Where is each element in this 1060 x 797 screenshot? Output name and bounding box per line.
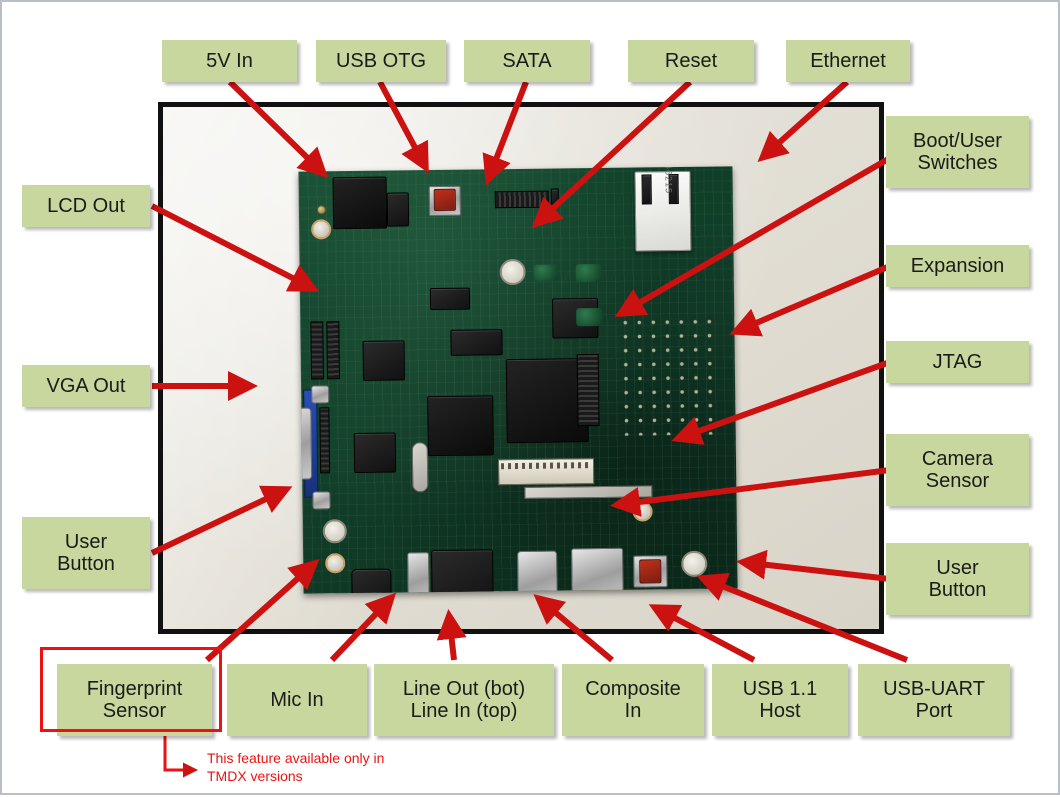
vga-screw-top (311, 385, 330, 404)
label-reset[interactable]: Reset (628, 40, 754, 82)
sata-key (550, 188, 559, 205)
label-usb-host[interactable]: USB 1.1 Host (712, 664, 848, 736)
boot-user-dip-switches (497, 458, 595, 486)
board-marking: CC46215 (663, 166, 674, 195)
sata-connector (494, 190, 549, 209)
label-boot-user-switches[interactable]: Boot/User Switches (886, 116, 1029, 188)
usb-uart-shell (639, 559, 662, 584)
figure-root: CC46215 5V In USB OTG SATA Reset Etherne… (0, 0, 1060, 795)
circuit-board: CC46215 (298, 166, 738, 594)
label-composite-in[interactable]: Composite In (562, 664, 704, 736)
power-jack (332, 176, 388, 230)
label-5v-in[interactable]: 5V In (162, 40, 297, 82)
ethernet-jack: CC46215 (634, 166, 692, 252)
label-user-button-left[interactable]: User Button (22, 517, 150, 589)
mount-hole-camera (632, 501, 653, 522)
label-camera-sensor[interactable]: Camera Sensor (886, 434, 1029, 506)
eth-slot-a (641, 174, 652, 205)
line-jacks (431, 549, 494, 594)
label-lcd-out[interactable]: LCD Out (22, 185, 150, 227)
mount-hole-tl (311, 219, 332, 240)
cap-3v3 (533, 264, 558, 281)
camera-sensor-connector (524, 485, 653, 499)
label-jtag[interactable]: JTAG (886, 341, 1029, 383)
pad-tl (316, 205, 326, 215)
board-photo: CC46215 (158, 102, 884, 634)
cap-2k2-b (576, 307, 603, 327)
mount-hole-bl (325, 553, 346, 574)
fingerprint-sensor (351, 568, 392, 594)
fingerprint-highlight-box (40, 647, 222, 732)
note-elbow (163, 730, 198, 778)
logic-chip-c (429, 287, 471, 311)
tmdx-note: This feature available only in TMDX vers… (207, 750, 385, 784)
flash-chip (450, 329, 503, 356)
label-usb-uart[interactable]: USB-UART Port (858, 664, 1010, 736)
logic-chip-b (353, 432, 397, 474)
label-sata[interactable]: SATA (464, 40, 590, 82)
usb-otg-shell (433, 188, 456, 212)
label-expansion[interactable]: Expansion (886, 245, 1029, 287)
user-button-left (322, 519, 347, 544)
expansion-pad-field (618, 314, 720, 436)
sdram-chip (427, 395, 494, 457)
mic-in-jack (407, 552, 430, 594)
power-filter (386, 192, 410, 227)
usb-host-connector (571, 547, 624, 594)
logic-chip-a (362, 340, 405, 381)
label-usb-otg[interactable]: USB OTG (316, 40, 446, 82)
vga-pins (319, 407, 331, 474)
label-ethernet[interactable]: Ethernet (786, 40, 910, 82)
vga-screw-bottom (312, 491, 331, 510)
crystal (411, 442, 429, 493)
label-mic-in[interactable]: Mic In (227, 664, 367, 736)
cap-2k2-a (575, 263, 602, 283)
composite-in-jack (517, 550, 558, 594)
lcd-header (310, 321, 324, 380)
label-line-out-in[interactable]: Line Out (bot) Line In (top) (374, 664, 554, 736)
lcd-header-2 (326, 321, 340, 380)
label-user-button-right[interactable]: User Button (886, 543, 1029, 615)
jtag-header (576, 354, 600, 427)
label-vga-out[interactable]: VGA Out (22, 365, 150, 407)
